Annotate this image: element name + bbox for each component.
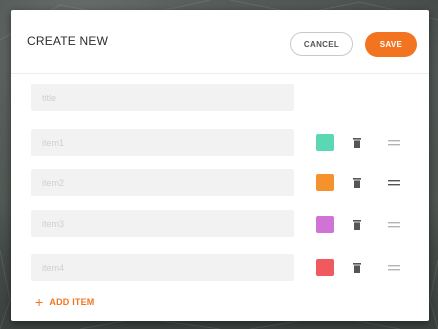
- dialog-header: CREATE NEW CANCEL SAVE: [11, 10, 429, 74]
- color-swatch-4[interactable]: [316, 259, 334, 276]
- add-item-button[interactable]: + ADD ITEM: [35, 294, 95, 310]
- drag-handle-icon[interactable]: [388, 265, 400, 271]
- cancel-button[interactable]: CANCEL: [290, 32, 353, 56]
- add-item-label: ADD ITEM: [49, 297, 95, 307]
- item-input-1[interactable]: [31, 129, 294, 156]
- drag-handle-icon[interactable]: [388, 140, 400, 146]
- color-swatch-2[interactable]: [316, 174, 334, 191]
- trash-icon[interactable]: [353, 263, 361, 273]
- save-button[interactable]: SAVE: [365, 32, 417, 57]
- color-swatch-3[interactable]: [316, 216, 334, 233]
- plus-icon: +: [35, 294, 44, 310]
- trash-icon[interactable]: [353, 220, 361, 230]
- drag-handle-icon[interactable]: [388, 222, 400, 228]
- trash-icon[interactable]: [353, 138, 361, 148]
- drag-handle-icon[interactable]: [388, 180, 400, 186]
- title-input[interactable]: [31, 84, 294, 111]
- item-input-2[interactable]: [31, 169, 294, 196]
- item-input-3[interactable]: [31, 210, 294, 237]
- trash-icon[interactable]: [353, 178, 361, 188]
- color-swatch-1[interactable]: [316, 134, 334, 151]
- create-new-dialog: CREATE NEW CANCEL SAVE title item1 item2…: [11, 10, 429, 321]
- item-input-4[interactable]: [31, 254, 294, 281]
- dialog-title: CREATE NEW: [27, 34, 109, 48]
